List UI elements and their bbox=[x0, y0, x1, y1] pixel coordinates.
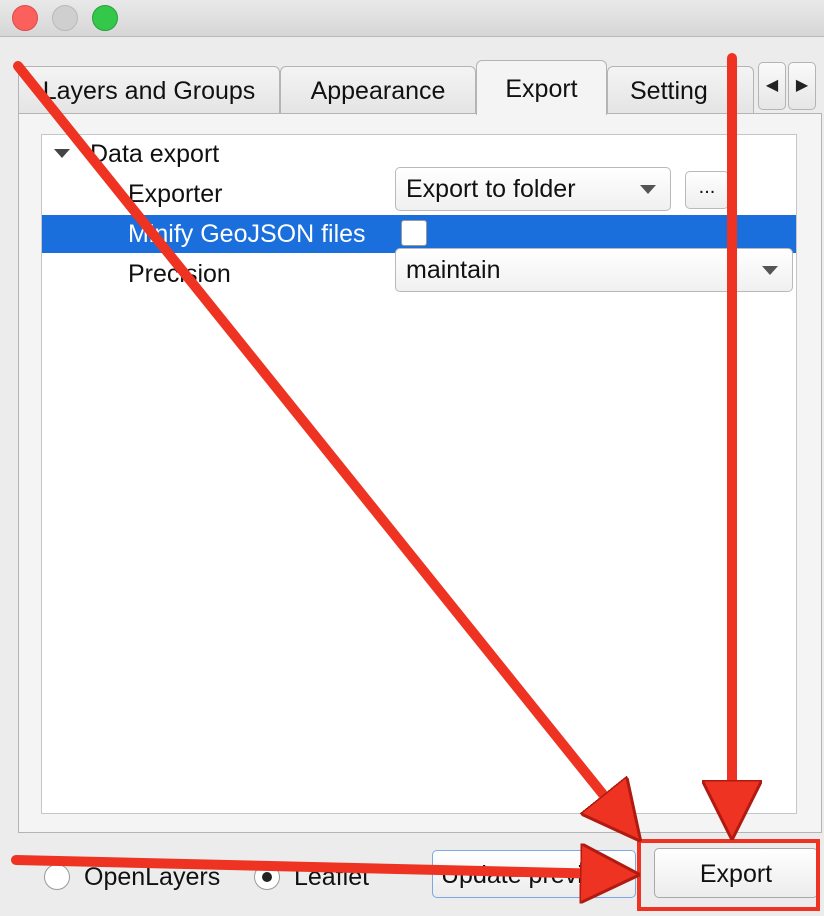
export-settings-tree: Data export Exporter Minify GeoJSON file… bbox=[41, 134, 797, 814]
update-preview-button[interactable]: Update preview bbox=[432, 850, 636, 898]
leaflet-label: Leaflet bbox=[294, 863, 370, 891]
openlayers-label: OpenLayers bbox=[84, 863, 221, 891]
chevron-down-icon bbox=[762, 266, 778, 275]
precision-select-value: maintain bbox=[406, 256, 501, 284]
precision-label: Precision bbox=[128, 260, 231, 288]
window-titlebar bbox=[0, 0, 824, 37]
chevron-left-icon: ◀ bbox=[765, 77, 779, 94]
radio-leaflet[interactable] bbox=[254, 864, 280, 890]
group-label: Data export bbox=[90, 140, 220, 168]
minify-geojson-checkbox[interactable] bbox=[401, 220, 427, 246]
tab-bar: Layers and Groups Appearance Export Sett… bbox=[0, 60, 824, 115]
minimize-window-button[interactable] bbox=[52, 5, 78, 31]
tab-appearance[interactable]: Appearance bbox=[280, 66, 476, 114]
browse-folder-button[interactable]: ... bbox=[685, 171, 729, 209]
bottom-bar: OpenLayers Leaflet Update preview Export bbox=[0, 834, 824, 916]
maximize-window-button[interactable] bbox=[92, 5, 118, 31]
exporter-label: Exporter bbox=[128, 180, 223, 208]
exporter-select-value: Export to folder bbox=[406, 175, 576, 203]
minify-geojson-label: Minify GeoJSON files bbox=[128, 220, 366, 248]
radio-openlayers[interactable] bbox=[44, 864, 70, 890]
export-button[interactable]: Export bbox=[654, 848, 818, 898]
export-tab-panel: Data export Exporter Minify GeoJSON file… bbox=[18, 113, 822, 833]
close-window-button[interactable] bbox=[12, 5, 38, 31]
chevron-down-icon bbox=[640, 185, 656, 194]
exporter-select[interactable]: Export to folder bbox=[395, 167, 671, 211]
tab-export[interactable]: Export bbox=[476, 60, 607, 115]
tab-settings[interactable]: Setting bbox=[607, 66, 754, 114]
chevron-right-icon: ▶ bbox=[795, 77, 809, 94]
radio-selected-dot bbox=[262, 872, 272, 882]
tab-layers-and-groups[interactable]: Layers and Groups bbox=[18, 66, 280, 114]
precision-select[interactable]: maintain bbox=[395, 248, 793, 292]
tab-scroll-left-button[interactable]: ◀ bbox=[758, 62, 786, 110]
expand-triangle-icon[interactable] bbox=[54, 149, 70, 158]
tab-scroll-right-button[interactable]: ▶ bbox=[788, 62, 816, 110]
